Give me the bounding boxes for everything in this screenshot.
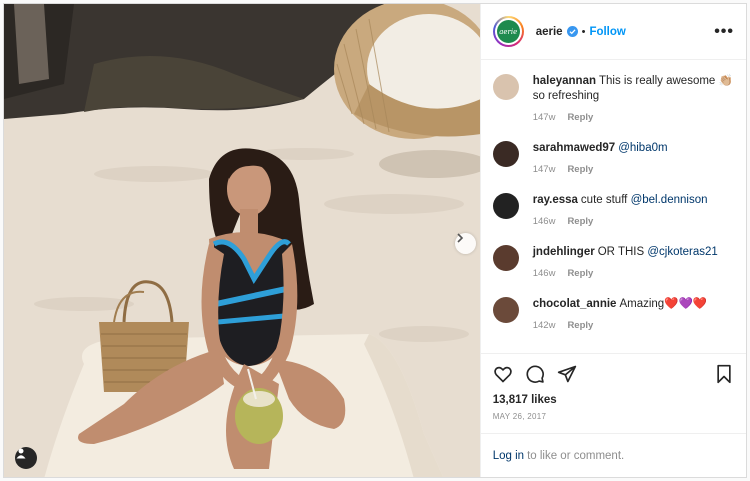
aerie-logo: aerie (496, 20, 520, 43)
header-separator: • (581, 25, 586, 38)
user-tag-icon (16, 448, 26, 459)
comment-text: Amazing❤️💜❤️ (619, 298, 708, 310)
login-text: to like or comment. (527, 449, 625, 462)
comment-time: 147w (532, 112, 556, 123)
comment-avatar[interactable] (492, 245, 519, 271)
next-arrow-icon (457, 233, 464, 243)
comment-username[interactable]: ray.essa (533, 194, 578, 206)
comment-username[interactable]: chocolat_annie (533, 298, 617, 310)
more-options-icon[interactable]: ••• (714, 23, 734, 41)
comment-time: 142w (532, 320, 556, 331)
beach-photo-illustration (4, 4, 480, 477)
comment-time: 146w (532, 216, 556, 227)
comment-avatar[interactable] (492, 297, 519, 323)
post-sidebar: aerie aerie • Follow ••• haleyannan This … (479, 4, 746, 477)
post-photo[interactable] (4, 4, 480, 477)
comment-username[interactable]: jndehlinger (533, 246, 595, 258)
like-count[interactable]: 13,817 likes (493, 394, 734, 406)
reply-button[interactable]: Reply (567, 216, 593, 227)
next-photo-button[interactable] (455, 233, 476, 254)
post-card: aerie aerie • Follow ••• haleyannan This … (3, 3, 747, 478)
comment-avatar[interactable] (492, 74, 519, 100)
user-tag-button[interactable] (15, 447, 37, 469)
comment-item: sarahmawed97 @hiba0m 147w Reply (492, 141, 734, 175)
login-prompt: Log in to like or comment. (480, 433, 746, 477)
reply-button[interactable]: Reply (567, 164, 593, 175)
comment-text: OR THIS (597, 246, 645, 258)
post-actions: 13,817 likes MAY 26, 2017 (480, 353, 746, 421)
comment-item: ray.essa cute stuff @bel.dennison 146w Rep… (492, 193, 734, 227)
verified-badge-icon (566, 26, 578, 37)
comment-mention[interactable]: @hiba0m (618, 142, 667, 154)
reply-button[interactable]: Reply (567, 268, 593, 279)
comment-avatar[interactable] (492, 193, 519, 219)
reply-button[interactable]: Reply (567, 112, 593, 123)
bookmark-icon[interactable] (714, 364, 734, 384)
post-date: MAY 26, 2017 (492, 412, 547, 421)
comments-list: haleyannan This is really awesome 👏🏼 so r… (481, 60, 746, 353)
comment-username[interactable]: sarahmawed97 (533, 142, 615, 154)
comment-mention[interactable]: @bel.dennison (631, 194, 708, 206)
comment-text: cute stuff (580, 194, 628, 206)
comment-username[interactable]: haleyannan (533, 75, 596, 87)
comment-item: chocolat_annie Amazing❤️💜❤️ 142w Reply (492, 297, 734, 331)
follow-button[interactable]: Follow (589, 26, 625, 38)
reply-button[interactable]: Reply (567, 320, 593, 331)
share-icon[interactable] (557, 364, 577, 384)
comment-item: haleyannan This is really awesome 👏🏼 so r… (492, 74, 734, 123)
login-link[interactable]: Log in (493, 450, 524, 462)
profile-avatar[interactable]: aerie (492, 16, 524, 47)
comment-avatar[interactable] (492, 141, 519, 167)
post-header: aerie aerie • Follow ••• (480, 4, 746, 60)
comment-mention[interactable]: @cjkoteras21 (647, 246, 717, 258)
comment-item: jndehlinger OR THIS @cjkoteras21 146w Repl… (492, 245, 734, 279)
post-username[interactable]: aerie (536, 26, 563, 38)
comment-time: 147w (532, 164, 556, 175)
comment-time: 146w (532, 268, 556, 279)
heart-icon[interactable] (493, 364, 513, 384)
comment-icon[interactable] (525, 364, 545, 384)
